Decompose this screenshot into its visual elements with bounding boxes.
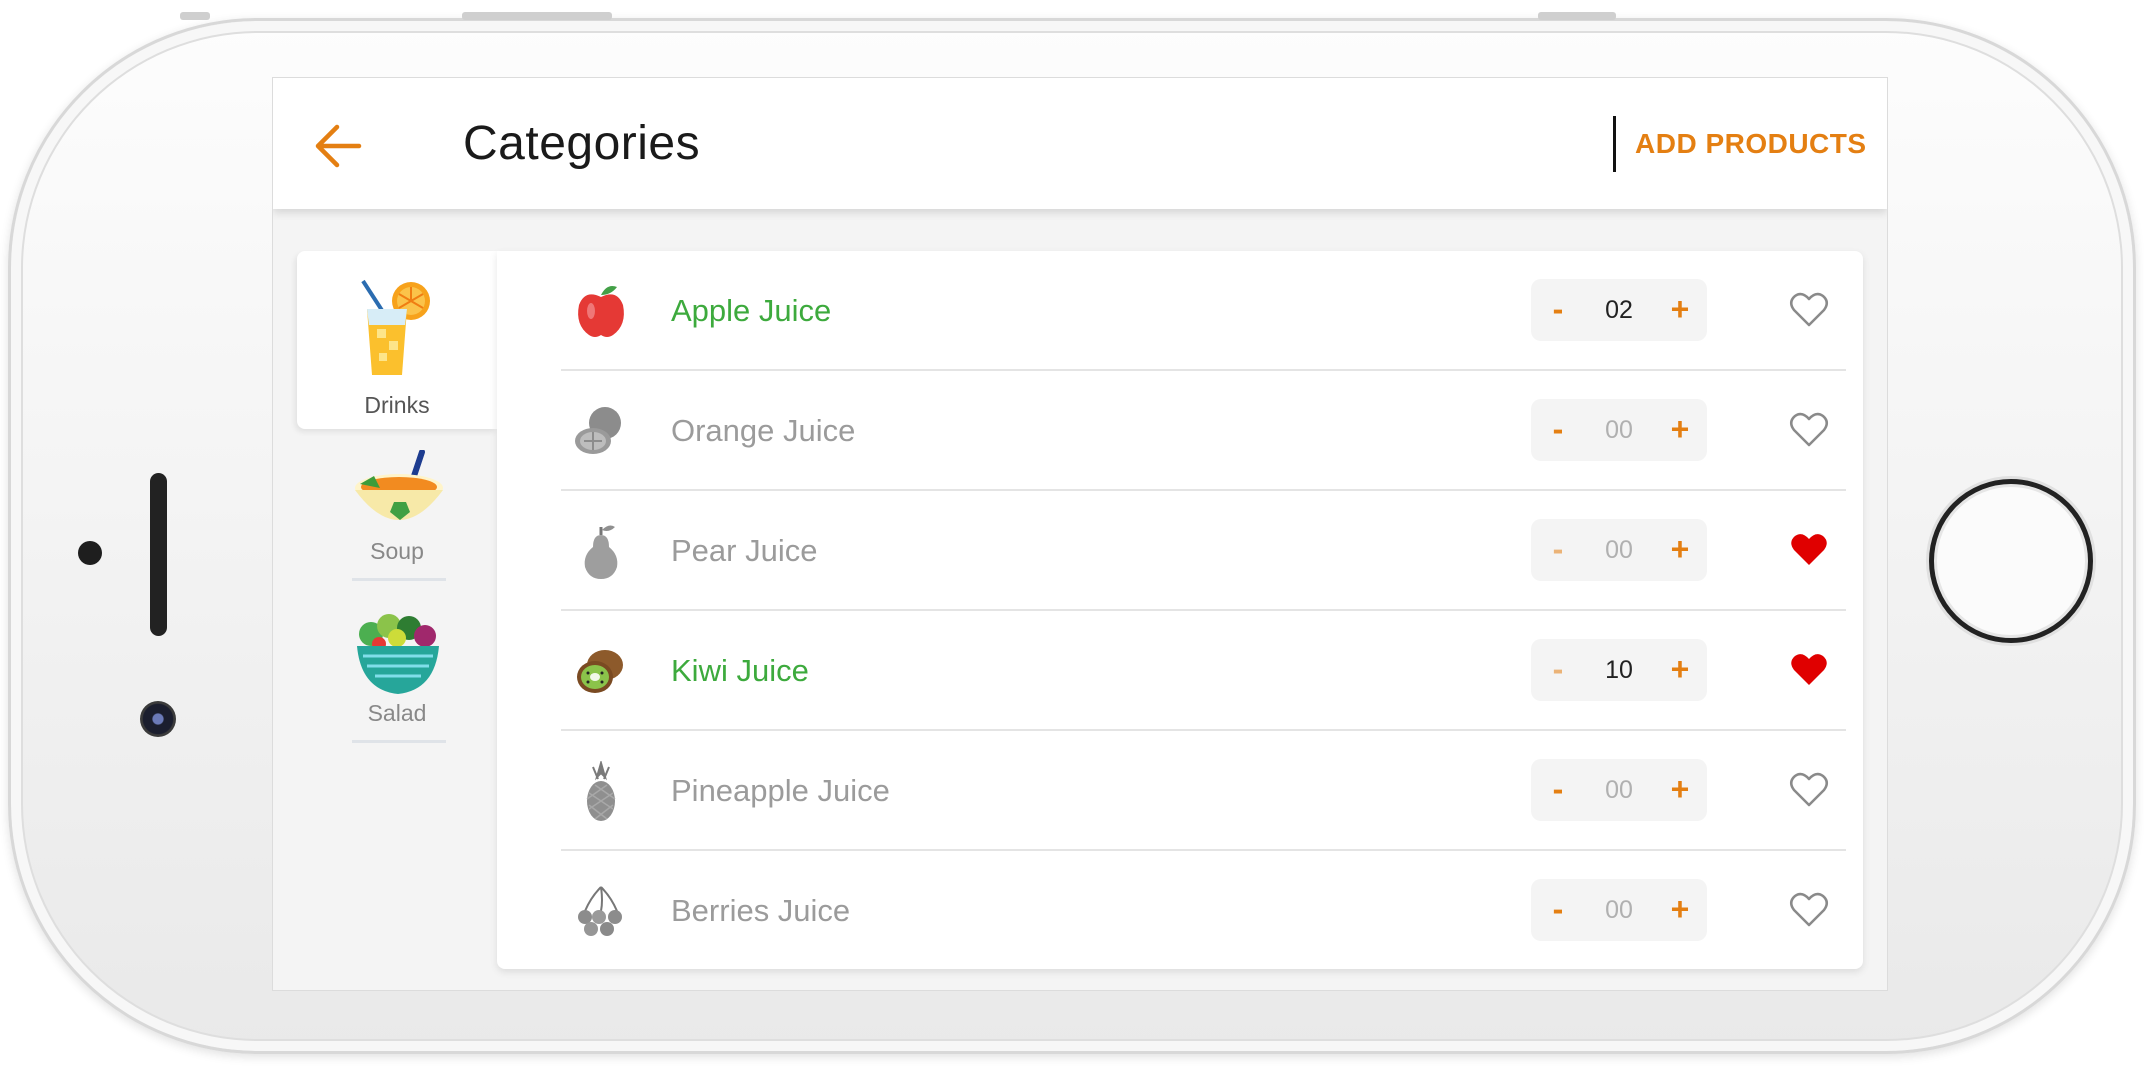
category-underline xyxy=(352,578,446,581)
quantity-stepper: - 02 + xyxy=(1531,279,1707,341)
quantity-stepper: - 00 + xyxy=(1531,759,1707,821)
drink-glass-icon xyxy=(361,279,430,375)
product-name: Kiwi Juice xyxy=(671,653,809,688)
salad-bowl-icon xyxy=(357,614,439,694)
favorite-heart-filled-icon[interactable] xyxy=(1789,651,1829,689)
quantity-stepper: - 00 + xyxy=(1531,399,1707,461)
favorite-heart-outline-icon[interactable] xyxy=(1789,891,1829,929)
product-row-kiwi: Kiwi Juice - 10 + xyxy=(561,611,1846,731)
product-list: Apple Juice - 02 + Orange Juice - 00 + P… xyxy=(497,251,1863,969)
product-row-apple: Apple Juice - 02 + xyxy=(561,251,1846,371)
favorite-heart-outline-icon[interactable] xyxy=(1789,771,1829,809)
page-title: Categories xyxy=(463,117,701,170)
quantity-stepper: - 00 + xyxy=(1531,879,1707,941)
increase-button[interactable]: + xyxy=(1665,651,1695,687)
quantity-value: 00 xyxy=(1605,416,1633,444)
product-row-pineapple: Pineapple Juice - 00 + xyxy=(561,731,1846,851)
quantity-value: 02 xyxy=(1605,296,1633,324)
mute-switch[interactable] xyxy=(180,12,210,20)
back-arrow-icon[interactable] xyxy=(313,122,363,170)
increase-button[interactable]: + xyxy=(1665,291,1695,327)
category-label-salad: Salad xyxy=(367,700,427,726)
category-underline xyxy=(352,740,446,743)
quantity-value: 10 xyxy=(1605,656,1633,684)
app-screen: Categories ADD PRODUCTS Drinks Soup Sala… xyxy=(272,77,1888,991)
product-row-berries: Berries Juice - 00 + xyxy=(561,851,1846,971)
decrease-button[interactable]: - xyxy=(1543,291,1573,327)
product-row-orange: Orange Juice - 00 + xyxy=(561,371,1846,491)
quantity-value: 00 xyxy=(1605,536,1633,564)
soup-bowl-icon xyxy=(355,450,443,520)
apple-icon xyxy=(578,286,624,337)
favorite-heart-filled-icon[interactable] xyxy=(1789,531,1829,569)
product-name: Pear Juice xyxy=(671,533,818,568)
decrease-button[interactable]: - xyxy=(1543,651,1573,687)
quantity-value: 00 xyxy=(1605,776,1633,804)
category-label-drinks: Drinks xyxy=(364,392,430,418)
header-divider xyxy=(1613,116,1616,172)
product-name: Apple Juice xyxy=(671,293,832,328)
pineapple-icon xyxy=(586,761,616,821)
add-products-button[interactable]: ADD PRODUCTS xyxy=(1635,128,1867,160)
volume-button[interactable] xyxy=(462,12,612,20)
category-soup[interactable]: Soup xyxy=(297,450,497,590)
quantity-value: 00 xyxy=(1605,896,1633,924)
product-name: Berries Juice xyxy=(671,893,851,928)
orange-icon xyxy=(575,407,621,454)
category-drinks[interactable]: Drinks xyxy=(297,251,497,429)
product-name: Pineapple Juice xyxy=(671,773,890,808)
product-name: Orange Juice xyxy=(671,413,856,448)
quantity-stepper: - 10 + xyxy=(1531,639,1707,701)
home-button[interactable] xyxy=(1929,479,2093,643)
decrease-button[interactable]: - xyxy=(1543,891,1573,927)
power-button[interactable] xyxy=(1538,12,1616,20)
increase-button[interactable]: + xyxy=(1665,531,1695,567)
favorite-heart-outline-icon[interactable] xyxy=(1789,411,1829,449)
category-salad[interactable]: Salad xyxy=(297,614,497,754)
increase-button[interactable]: + xyxy=(1665,771,1695,807)
earpiece-speaker xyxy=(150,473,167,636)
favorite-heart-outline-icon[interactable] xyxy=(1789,291,1829,329)
app-bar: Categories ADD PRODUCTS xyxy=(273,78,1887,209)
front-camera xyxy=(140,701,176,737)
proximity-sensor xyxy=(78,541,102,565)
kiwi-icon xyxy=(577,650,623,693)
decrease-button[interactable]: - xyxy=(1543,531,1573,567)
berries-icon xyxy=(578,886,622,936)
decrease-button[interactable]: - xyxy=(1543,411,1573,447)
pear-icon xyxy=(584,525,618,579)
product-row-pear: Pear Juice - 00 + xyxy=(561,491,1846,611)
decrease-button[interactable]: - xyxy=(1543,771,1573,807)
quantity-stepper: - 00 + xyxy=(1531,519,1707,581)
increase-button[interactable]: + xyxy=(1665,891,1695,927)
category-label-soup: Soup xyxy=(370,538,424,564)
increase-button[interactable]: + xyxy=(1665,411,1695,447)
